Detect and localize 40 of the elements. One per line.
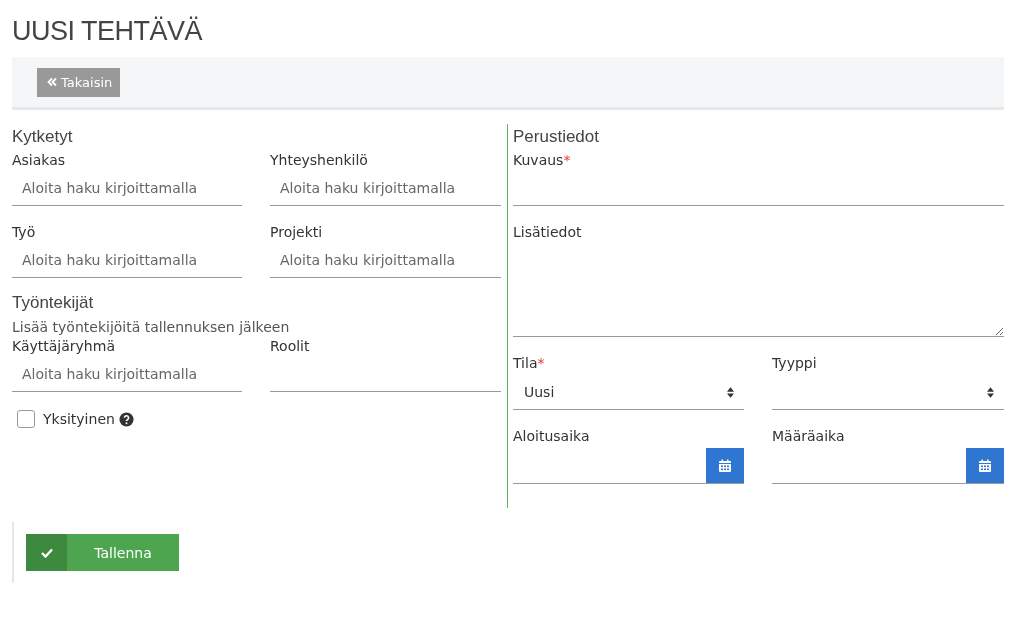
field-label: Työ	[12, 223, 37, 242]
save-button[interactable]: Tallenna	[26, 534, 179, 571]
back-button[interactable]: Takaisin	[37, 67, 121, 97]
field-label: Tila*	[513, 354, 546, 373]
section-note: Lisää työntekijöitä tallennuksen jälkeen	[12, 318, 291, 336]
field-label: Yhteyshenkilö	[270, 151, 369, 170]
field-label: Käyttäjäryhmä	[12, 337, 116, 356]
up-down-arrow-icon	[987, 386, 994, 398]
input-field[interactable]: Aloita haku kirjoittamalla	[270, 242, 501, 278]
page-title: UUSI TEHTÄVÄ	[12, 15, 204, 48]
field-label: Roolit	[270, 337, 311, 356]
field-label: Aloitusaika	[513, 427, 591, 446]
checkmark-icon	[40, 547, 53, 558]
input-field[interactable]: Aloita haku kirjoittamalla	[12, 356, 242, 392]
field-label: Tyyppi	[772, 354, 818, 373]
calendar-icon	[978, 458, 992, 473]
field-label: Määräaika	[772, 427, 846, 446]
calendar-button[interactable]	[966, 448, 1004, 483]
checkbox[interactable]	[17, 410, 35, 428]
calendar-button[interactable]	[706, 448, 744, 483]
date-field[interactable]	[772, 448, 1004, 484]
input-field[interactable]: Aloita haku kirjoittamalla	[270, 170, 501, 206]
required-mark: *	[563, 152, 571, 168]
calendar-icon	[718, 458, 732, 473]
field-label: Projekti	[270, 223, 324, 242]
checkbox-label: Yksityinen	[43, 411, 115, 427]
section-heading: Kytketyt	[12, 126, 74, 148]
input-field[interactable]: Aloita haku kirjoittamalla	[12, 242, 242, 278]
up-down-arrow-icon	[727, 386, 734, 398]
date-field[interactable]	[513, 448, 744, 484]
help-icon[interactable]	[118, 411, 134, 427]
select-field[interactable]: Uusi	[513, 375, 744, 410]
section-heading: Perustiedot	[513, 126, 600, 148]
field-label: Lisätiedot	[513, 223, 583, 242]
double-chevron-left-icon	[47, 77, 57, 87]
section-heading: Työntekijät	[12, 292, 95, 314]
required-mark: *	[537, 355, 545, 371]
input-field[interactable]: Aloita haku kirjoittamalla	[12, 170, 242, 206]
field-label: Asiakas	[12, 151, 67, 170]
field-label: Kuvaus*	[513, 151, 572, 170]
